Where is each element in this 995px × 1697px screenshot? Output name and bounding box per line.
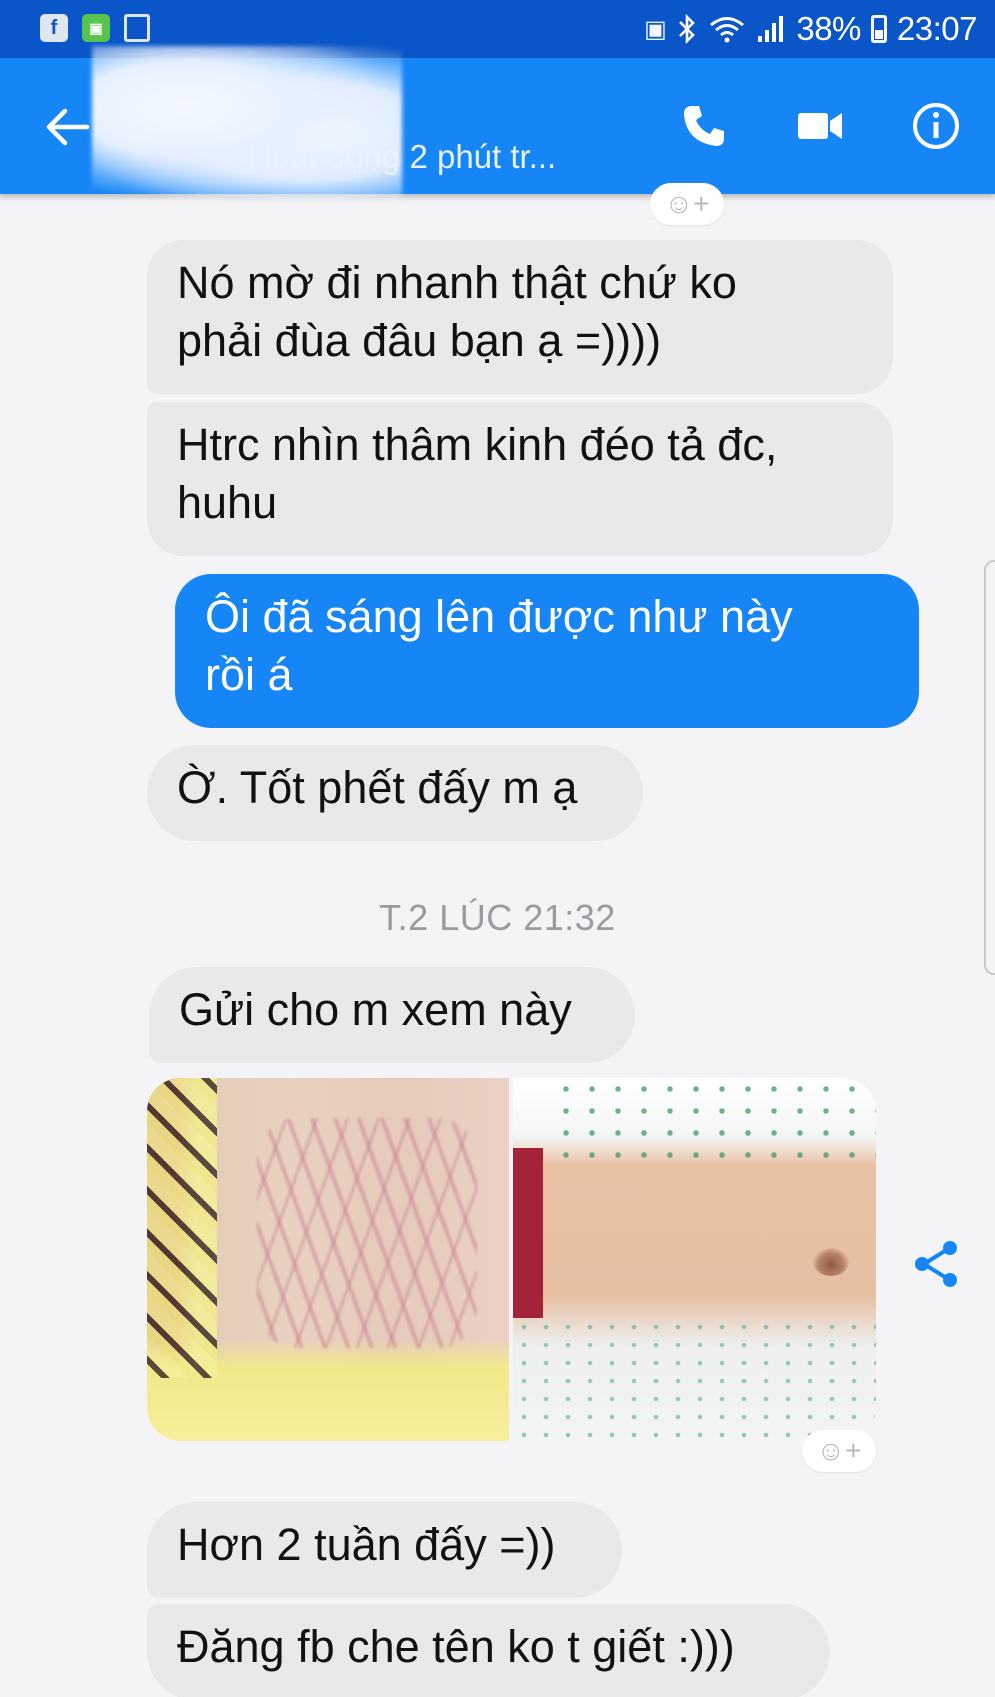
- add-reaction-button[interactable]: ☺+: [650, 183, 724, 225]
- voice-call-button[interactable]: [674, 96, 734, 156]
- back-button[interactable]: [40, 102, 96, 152]
- battery-percent: 38%: [796, 10, 861, 47]
- message-line: huhu: [177, 477, 278, 528]
- message-bubble-incoming[interactable]: Htrc nhìn thâm kinh đéo tả đc, huhu: [147, 402, 893, 556]
- photo-attachment-after[interactable]: [513, 1078, 876, 1441]
- obscured-contact-name[interactable]: [92, 46, 402, 201]
- facebook-icon: f: [40, 14, 68, 42]
- message-bubble-incoming[interactable]: Nó mờ đi nhanh thật chứ ko phải đùa đâu …: [147, 240, 893, 394]
- message-line: Ờ. Tốt phết đấy m ạ: [177, 762, 578, 813]
- info-button[interactable]: [906, 96, 966, 156]
- message-line: Nó mờ đi nhanh thật chứ ko: [177, 257, 737, 308]
- photo-attachment-before[interactable]: [147, 1078, 509, 1441]
- bluetooth-icon: [679, 13, 696, 45]
- messenger-chat-screen: f ▣ ▣ 38% 23:07 Hoạt động 2 phút tr... ☺…: [0, 0, 995, 1697]
- notification-icons: f ▣: [40, 14, 150, 42]
- scrollbar[interactable]: [984, 560, 995, 975]
- chat-header: Hoạt động 2 phút tr...: [0, 46, 995, 201]
- video-call-button[interactable]: [790, 96, 850, 156]
- smiley-plus-icon: ☺+: [664, 188, 710, 219]
- message-bubble-incoming[interactable]: Đăng fb che tên ko t giết :))): [147, 1604, 830, 1697]
- message-line: Htrc nhìn thâm kinh đéo tả đc,: [177, 419, 778, 470]
- message-bubble-outgoing[interactable]: Ôi đã sáng lên được như này rồi á: [175, 574, 919, 728]
- system-indicators: ▣ 38% 23:07: [644, 8, 977, 50]
- message-bubble-incoming[interactable]: Hơn 2 tuần đấy =)): [147, 1502, 622, 1598]
- message-timestamp: T.2 LÚC 21:32: [379, 897, 616, 938]
- phone-icon: [684, 106, 724, 146]
- green-app-icon: ▣: [82, 14, 110, 42]
- document-icon: [124, 14, 150, 42]
- add-reaction-button[interactable]: ☺+: [802, 1430, 876, 1472]
- info-icon: [913, 103, 959, 149]
- battery-icon: [870, 15, 887, 43]
- message-line: Đăng fb che tên ko t giết :))): [177, 1621, 735, 1672]
- smiley-plus-icon: ☺+: [816, 1435, 862, 1466]
- message-line: Ôi đã sáng lên được như này: [205, 591, 793, 642]
- message-bubble-incoming[interactable]: Ờ. Tốt phết đấy m ạ: [147, 745, 643, 841]
- share-icon: [915, 1241, 957, 1287]
- message-line: Hơn 2 tuần đấy =)): [177, 1519, 556, 1570]
- wifi-icon: [710, 17, 745, 43]
- battery-saver-icon: ▣: [644, 15, 667, 43]
- clock: 23:07: [896, 10, 978, 47]
- share-button[interactable]: [908, 1236, 964, 1292]
- arrow-left-icon: [46, 108, 90, 146]
- message-line: phải đùa đâu bạn ạ =)))): [177, 315, 662, 366]
- signal-icon: [758, 16, 784, 42]
- message-line: Gửi cho m xem này: [179, 984, 572, 1035]
- video-camera-icon: [798, 113, 842, 139]
- contact-active-status: Hoạt động 2 phút tr...: [248, 138, 557, 175]
- message-bubble-incoming[interactable]: Gửi cho m xem này: [149, 967, 635, 1063]
- message-line: rồi á: [205, 649, 293, 700]
